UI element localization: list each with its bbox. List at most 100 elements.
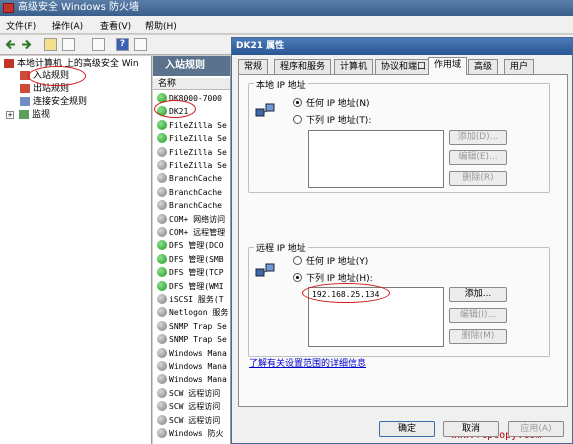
firewall-icon [4,59,14,68]
apply-button[interactable]: 应用(A) [508,421,564,437]
tab-programs-services[interactable]: 程序和服务 [274,59,332,74]
tab-scope[interactable]: 作用域 [428,57,468,75]
list-row[interactable]: FileZilla Se [157,132,227,145]
help-icon[interactable]: ? [116,38,129,51]
list-row[interactable]: DK8000-7000 [157,92,222,105]
cancel-button[interactable]: 取消 [443,421,499,437]
enabled-rule-icon [157,119,167,130]
menu-help[interactable]: 帮助(H) [145,19,177,32]
list-row[interactable]: DFS 管理(DCO [157,239,224,252]
local-edit-button[interactable]: 编辑(E)... [449,150,507,165]
tab-users[interactable]: 用户 [504,59,535,74]
list-row[interactable]: BranchCache [157,186,222,199]
tree-root[interactable]: 本地计算机 上的高级安全 Win [4,59,139,70]
list-row[interactable]: SCW 远程访问 [157,400,220,413]
remote-add-button[interactable]: 添加... [449,287,507,302]
properties-icon[interactable] [134,38,147,51]
rule-name: SCW 远程访问 [169,388,221,398]
disabled-rule-icon [157,294,167,304]
menu-view[interactable]: 查看(V) [100,19,131,32]
rule-name: SNMP Trap Se [169,321,227,331]
list-row[interactable]: Windows Mana [157,347,227,360]
column-header-name[interactable]: 名称 [153,78,230,90]
list-row[interactable]: COM+ 远程管理 [157,226,225,239]
ok-button[interactable]: 确定 [379,421,435,437]
local-these-ip-radio[interactable]: 下列 IP 地址(T): [293,115,371,127]
list-row[interactable]: FileZilla Se [157,159,227,172]
rule-name: DFS 管理(SMB [169,254,224,264]
rule-name: Windows Mana [169,362,227,371]
rule-name: FileZilla Se [169,161,227,170]
local-any-ip-radio[interactable]: 任何 IP 地址(N) [293,98,370,110]
menu-file[interactable]: 文件(F) [6,19,36,32]
remote-these-ip-radio[interactable]: 下列 IP 地址(H): [293,273,373,285]
enabled-rule-icon [157,240,167,251]
menu-action[interactable]: 操作(A) [52,19,83,32]
disabled-rule-icon [157,387,167,398]
rule-name: DK21 [169,107,189,117]
rule-name: iSCSI 服务(T [169,295,224,304]
list-row[interactable]: COM+ 网络访问 [157,213,225,226]
tree-item-monitoring[interactable]: + 监视 [6,110,50,121]
rule-name: SCW 远程访问 [169,415,221,425]
local-remove-button[interactable]: 删除(R) [449,171,507,186]
list-header: 入站规则 [153,56,230,76]
tree-item-inbound-rules[interactable]: 入站规则 [20,71,69,82]
remote-any-ip-radio[interactable]: 任何 IP 地址(Y) [293,256,368,268]
list-row[interactable]: Windows 防火 [157,427,224,440]
firewall-app-icon [3,3,14,13]
list-row[interactable]: SNMP Trap Se [157,333,227,346]
disabled-rule-icon [157,334,167,345]
remote-edit-button[interactable]: 编辑(I)... [449,308,507,323]
rule-name: SCW 远程访问 [169,402,221,412]
remote-ip-listbox[interactable]: 192.168.25.134 [308,287,444,347]
list-row[interactable]: iSCSI 服务(T [157,293,224,306]
tab-advanced[interactable]: 高级 [468,59,499,74]
local-add-button[interactable]: 添加(D)... [449,130,507,145]
list-row[interactable]: BranchCache [157,172,222,185]
tab-computers[interactable]: 计算机 [334,59,374,74]
disabled-rule-icon [157,428,167,438]
list-row[interactable]: DFS 管理(SMB [157,253,224,266]
enabled-rule-icon [157,106,167,117]
expand-icon[interactable]: + [6,110,14,119]
remote-ip-entry[interactable]: 192.168.25.134 [312,290,379,299]
forward-arrow-icon[interactable] [20,38,33,51]
rule-name: DK8000-7000 [169,94,222,103]
tab-general[interactable]: 常规 [238,59,269,74]
list-row[interactable]: SNMP Trap Se [157,320,227,333]
list-row[interactable]: DK21 [157,105,188,118]
up-folder-icon[interactable] [44,38,57,51]
list-row[interactable]: DFS 管理(WMI [157,280,224,293]
list-row[interactable]: SCW 远程访问 [157,414,220,427]
properties-dialog: DK21 属性 常规 程序和服务 计算机 协议和端口 作用域 高级 用户 本地 … [231,37,573,444]
show-hide-tree-icon[interactable] [62,38,75,51]
list-row[interactable]: Windows Mana [157,373,227,386]
tree-item-outbound-rules[interactable]: 出站规则 [20,84,69,95]
rule-name: DFS 管理(DCO [169,241,224,251]
rule-name: BranchCache [169,201,222,211]
scope-help-link[interactable]: 了解有关设置范围的详细信息 [249,356,366,369]
monitoring-icon [19,110,29,119]
export-list-icon[interactable] [92,38,105,51]
rule-name: BranchCache [169,174,222,184]
list-row[interactable]: FileZilla Se [157,119,227,132]
list-row[interactable]: BranchCache [157,199,222,212]
disabled-rule-icon [157,347,167,358]
local-ip-listbox[interactable] [308,130,444,188]
remote-ip-label: 远程 IP 地址 [254,241,308,254]
disabled-rule-icon [157,146,167,157]
list-row[interactable]: SCW 远程访问 [157,387,220,400]
back-arrow-icon[interactable] [4,38,17,51]
rule-name: FileZilla Se [169,134,227,144]
rule-name: DFS 管理(WMI [169,281,224,291]
remote-remove-button[interactable]: 删除(M) [449,329,507,344]
list-row[interactable]: Windows Mana [157,360,227,373]
tree-item-connection-security[interactable]: 连接安全规则 [20,97,87,108]
network-computers-icon [255,103,275,119]
list-row[interactable]: FileZilla Se [157,146,227,159]
tab-protocols-ports[interactable]: 协议和端口 [375,59,433,74]
list-row[interactable]: Netlogon 服务 [157,306,228,319]
list-row[interactable]: DFS 管理(TCP [157,266,224,279]
enabled-rule-icon [157,267,167,278]
